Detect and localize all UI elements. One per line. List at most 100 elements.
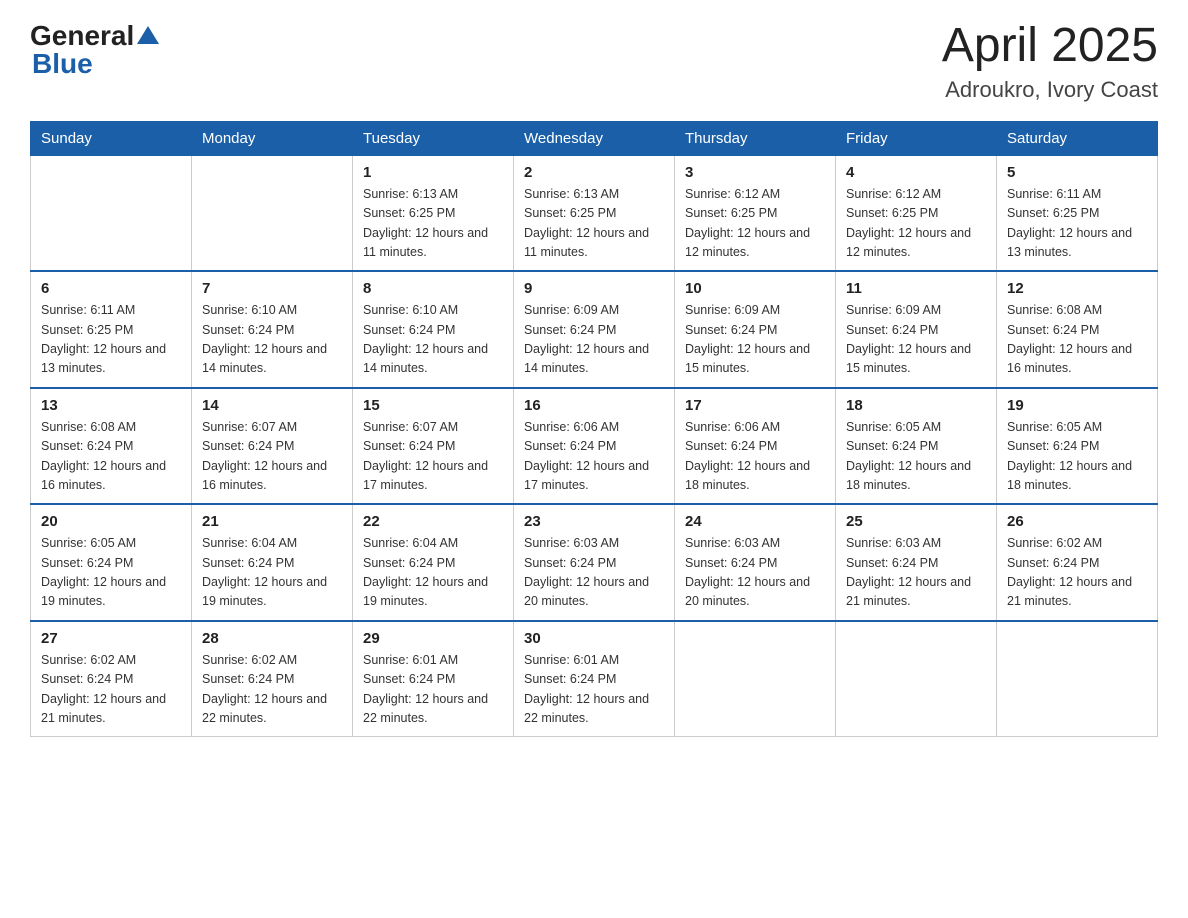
calendar-header-row: SundayMondayTuesdayWednesdayThursdayFrid… [31,121,1158,155]
calendar-cell: 25 Sunrise: 6:03 AMSunset: 6:24 PMDayligh… [836,504,997,621]
day-number: 16 [524,397,664,414]
calendar-title: April 2025 [942,20,1158,73]
calendar-cell: 28Sunrise: 6:02 AMSunset: 6:24 PMDayligh… [192,621,353,737]
day-number: 19 [1007,397,1147,414]
day-number: 29 [363,630,503,647]
day-info: Sunrise: 6:13 AMSunset: 6:25 PMDaylight:… [524,185,664,263]
day-header-wednesday: Wednesday [514,121,675,155]
day-number: 11 [846,280,986,297]
day-number: 12 [1007,280,1147,297]
day-number: 28 [202,630,342,647]
day-number: 14 [202,397,342,414]
day-header-sunday: Sunday [31,121,192,155]
logo-blue-text: Blue [32,48,93,79]
day-info: Sunrise: 6:01 AMSunset: 6:24 PMDaylight:… [524,651,664,729]
day-info: Sunrise: 6:13 AMSunset: 6:25 PMDaylight:… [363,185,503,263]
calendar-table: SundayMondayTuesdayWednesdayThursdayFrid… [30,121,1158,738]
day-number: 13 [41,397,181,414]
day-info: Sunrise: 6:11 AMSunset: 6:25 PMDaylight:… [1007,185,1147,263]
calendar-cell: 14 Sunrise: 6:07 AMSunset: 6:24 PMDayligh… [192,388,353,505]
day-info: Sunrise: 6:04 AMSunset: 6:24 PMDaylight:… [202,534,342,612]
day-info: Sunrise: 6:05 AMSunset: 6:24 PMDaylight:… [846,418,986,496]
day-number: 5 [1007,164,1147,181]
day-info: Sunrise: 6:07 AMSunset: 6:24 PMDaylight:… [363,418,503,496]
calendar-cell: 17 Sunrise: 6:06 AMSunset: 6:24 PMDayligh… [675,388,836,505]
calendar-subtitle: Adroukro, Ivory Coast [942,77,1158,103]
day-number: 27 [41,630,181,647]
calendar-week-row: 1 Sunrise: 6:13 AMSunset: 6:25 PMDaylight… [31,155,1158,271]
calendar-cell: 21 Sunrise: 6:04 AMSunset: 6:24 PMDayligh… [192,504,353,621]
day-info: Sunrise: 6:07 AMSunset: 6:24 PMDaylight:… [202,418,342,496]
calendar-cell: 22Sunrise: 6:04 AMSunset: 6:24 PMDayligh… [353,504,514,621]
calendar-cell: 7 Sunrise: 6:10 AMSunset: 6:24 PMDaylight… [192,271,353,388]
title-section: April 2025 Adroukro, Ivory Coast [942,20,1158,103]
calendar-cell: 13 Sunrise: 6:08 AMSunset: 6:24 PMDayligh… [31,388,192,505]
logo-triangle-icon [137,24,159,46]
day-info: Sunrise: 6:10 AMSunset: 6:24 PMDaylight:… [202,301,342,379]
day-number: 18 [846,397,986,414]
day-info: Sunrise: 6:05 AMSunset: 6:24 PMDaylight:… [1007,418,1147,496]
day-info: Sunrise: 6:03 AMSunset: 6:24 PMDaylight:… [685,534,825,612]
day-info: Sunrise: 6:08 AMSunset: 6:24 PMDaylight:… [41,418,181,496]
day-header-friday: Friday [836,121,997,155]
calendar-cell: 9Sunrise: 6:09 AMSunset: 6:24 PMDaylight… [514,271,675,388]
day-info: Sunrise: 6:03 AMSunset: 6:24 PMDaylight:… [524,534,664,612]
day-info: Sunrise: 6:12 AMSunset: 6:25 PMDaylight:… [685,185,825,263]
calendar-cell: 10 Sunrise: 6:09 AMSunset: 6:24 PMDayligh… [675,271,836,388]
day-number: 10 [685,280,825,297]
calendar-cell: 6 Sunrise: 6:11 AMSunset: 6:25 PMDaylight… [31,271,192,388]
logo: General Blue [30,20,159,80]
day-header-thursday: Thursday [675,121,836,155]
calendar-cell: 24Sunrise: 6:03 AMSunset: 6:24 PMDayligh… [675,504,836,621]
day-number: 1 [363,164,503,181]
day-number: 23 [524,513,664,530]
day-number: 4 [846,164,986,181]
day-info: Sunrise: 6:09 AMSunset: 6:24 PMDaylight:… [685,301,825,379]
day-number: 2 [524,164,664,181]
page-header: General Blue April 2025 Adroukro, Ivory … [30,20,1158,103]
day-info: Sunrise: 6:02 AMSunset: 6:24 PMDaylight:… [41,651,181,729]
calendar-week-row: 20Sunrise: 6:05 AMSunset: 6:24 PMDayligh… [31,504,1158,621]
day-number: 7 [202,280,342,297]
day-number: 9 [524,280,664,297]
calendar-cell: 5 Sunrise: 6:11 AMSunset: 6:25 PMDaylight… [997,155,1158,271]
calendar-week-row: 6 Sunrise: 6:11 AMSunset: 6:25 PMDaylight… [31,271,1158,388]
calendar-cell: 2 Sunrise: 6:13 AMSunset: 6:25 PMDaylight… [514,155,675,271]
day-number: 20 [41,513,181,530]
calendar-cell: 26Sunrise: 6:02 AMSunset: 6:24 PMDayligh… [997,504,1158,621]
calendar-cell: 20Sunrise: 6:05 AMSunset: 6:24 PMDayligh… [31,504,192,621]
day-number: 25 [846,513,986,530]
day-number: 6 [41,280,181,297]
calendar-cell: 1 Sunrise: 6:13 AMSunset: 6:25 PMDaylight… [353,155,514,271]
calendar-cell: 19 Sunrise: 6:05 AMSunset: 6:24 PMDayligh… [997,388,1158,505]
calendar-cell: 16 Sunrise: 6:06 AMSunset: 6:24 PMDayligh… [514,388,675,505]
day-info: Sunrise: 6:03 AMSunset: 6:24 PMDaylight:… [846,534,986,612]
day-info: Sunrise: 6:06 AMSunset: 6:24 PMDaylight:… [685,418,825,496]
day-info: Sunrise: 6:06 AMSunset: 6:24 PMDaylight:… [524,418,664,496]
calendar-cell: 12 Sunrise: 6:08 AMSunset: 6:24 PMDayligh… [997,271,1158,388]
calendar-cell: 18 Sunrise: 6:05 AMSunset: 6:24 PMDayligh… [836,388,997,505]
day-number: 22 [363,513,503,530]
day-info: Sunrise: 6:10 AMSunset: 6:24 PMDaylight:… [363,301,503,379]
day-header-tuesday: Tuesday [353,121,514,155]
day-info: Sunrise: 6:12 AMSunset: 6:25 PMDaylight:… [846,185,986,263]
day-info: Sunrise: 6:09 AMSunset: 6:24 PMDaylight:… [846,301,986,379]
day-info: Sunrise: 6:08 AMSunset: 6:24 PMDaylight:… [1007,301,1147,379]
calendar-cell [675,621,836,737]
calendar-cell: 29Sunrise: 6:01 AMSunset: 6:24 PMDayligh… [353,621,514,737]
calendar-cell: 11 Sunrise: 6:09 AMSunset: 6:24 PMDayligh… [836,271,997,388]
day-number: 30 [524,630,664,647]
day-number: 21 [202,513,342,530]
day-number: 15 [363,397,503,414]
calendar-cell: 15 Sunrise: 6:07 AMSunset: 6:24 PMDayligh… [353,388,514,505]
calendar-week-row: 27 Sunrise: 6:02 AMSunset: 6:24 PMDayligh… [31,621,1158,737]
calendar-cell [997,621,1158,737]
day-number: 17 [685,397,825,414]
day-number: 26 [1007,513,1147,530]
calendar-cell: 27 Sunrise: 6:02 AMSunset: 6:24 PMDayligh… [31,621,192,737]
day-header-monday: Monday [192,121,353,155]
day-header-saturday: Saturday [997,121,1158,155]
day-info: Sunrise: 6:11 AMSunset: 6:25 PMDaylight:… [41,301,181,379]
calendar-cell [31,155,192,271]
calendar-cell: 23 Sunrise: 6:03 AMSunset: 6:24 PMDayligh… [514,504,675,621]
